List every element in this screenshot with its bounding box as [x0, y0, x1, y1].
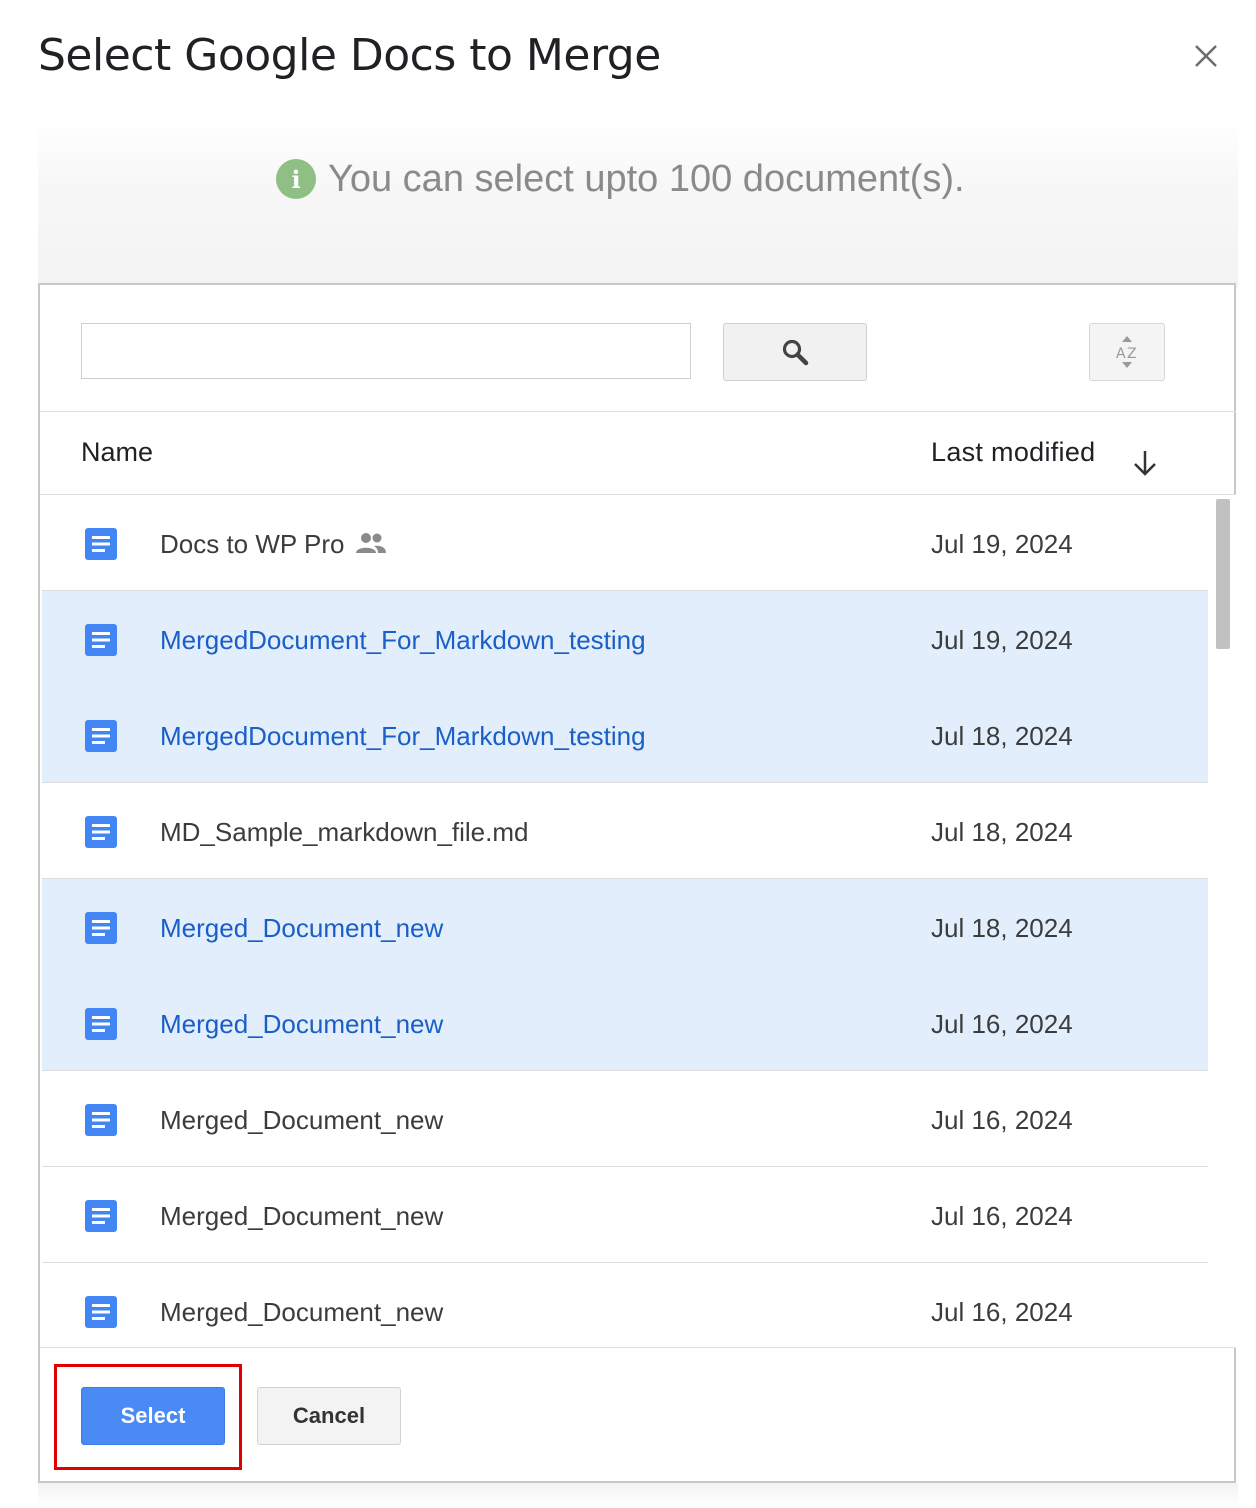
file-modified-date: Jul 16, 2024 — [931, 1105, 1073, 1135]
file-row[interactable]: Merged_Document_new Jul 18, 2024 — [42, 879, 1208, 975]
file-name: Docs to WP Pro — [160, 529, 345, 559]
search-input[interactable] — [81, 323, 691, 379]
dialog-shadow — [38, 1483, 1238, 1508]
file-name: Merged_Document_new — [160, 1009, 444, 1039]
column-name-header[interactable]: Name — [81, 437, 153, 468]
info-banner — [38, 118, 1238, 288]
footer-divider — [40, 1347, 1236, 1348]
file-row[interactable]: Docs to WP Pro Jul 19, 2024 — [42, 495, 1208, 591]
list-header: Name Last modified — [40, 411, 1236, 495]
doc-picker: A Z Name Last modified Docs to WP Pro Jul… — [38, 283, 1236, 1483]
file-name: Merged_Document_new — [160, 1201, 444, 1231]
sort-az-icon: A Z — [1116, 336, 1137, 368]
close-icon[interactable] — [1188, 38, 1224, 74]
svg-text:Z: Z — [1127, 346, 1137, 362]
sort-button[interactable]: A Z — [1089, 323, 1165, 381]
google-doc-icon — [85, 1008, 117, 1040]
sort-down-arrow-icon[interactable] — [1130, 448, 1160, 478]
file-row[interactable]: Merged_Document_new Jul 16, 2024 — [42, 975, 1208, 1071]
file-modified-date: Jul 18, 2024 — [931, 817, 1073, 847]
file-modified-date: Jul 18, 2024 — [931, 721, 1073, 751]
dialog-title: Select Google Docs to Merge — [38, 30, 661, 81]
google-doc-icon — [85, 816, 117, 848]
file-name: Merged_Document_new — [160, 1105, 444, 1135]
file-row[interactable]: Merged_Document_new Jul 16, 2024 — [42, 1071, 1208, 1167]
google-doc-icon — [85, 624, 117, 656]
file-name: Merged_Document_new — [160, 1297, 444, 1327]
file-modified-date: Jul 19, 2024 — [931, 625, 1073, 655]
scrollbar-thumb[interactable] — [1216, 499, 1230, 649]
google-doc-icon — [85, 912, 117, 944]
info-icon: i — [276, 159, 316, 199]
file-name: MergedDocument_For_Markdown_testing — [160, 721, 646, 751]
file-row[interactable]: MergedDocument_For_Markdown_testing Jul 1… — [42, 591, 1208, 687]
search-button[interactable] — [723, 323, 867, 381]
file-modified-date: Jul 19, 2024 — [931, 529, 1073, 559]
file-row[interactable]: Merged_Document_new Jul 16, 2024 — [42, 1263, 1208, 1347]
file-row[interactable]: MD_Sample_markdown_file.md Jul 18, 2024 — [42, 783, 1208, 879]
file-modified-date: Jul 16, 2024 — [931, 1009, 1073, 1039]
google-doc-icon — [85, 720, 117, 752]
google-doc-icon — [85, 1296, 117, 1328]
search-icon — [782, 339, 809, 366]
file-name: Merged_Document_new — [160, 913, 444, 943]
select-button[interactable]: Select — [81, 1387, 225, 1445]
svg-text:A: A — [1116, 346, 1126, 362]
file-row[interactable]: Merged_Document_new Jul 16, 2024 — [42, 1167, 1208, 1263]
google-doc-icon — [85, 528, 117, 560]
google-doc-icon — [85, 1104, 117, 1136]
cancel-button[interactable]: Cancel — [257, 1387, 401, 1445]
file-row[interactable]: MergedDocument_For_Markdown_testing Jul 1… — [42, 687, 1208, 783]
file-name: MergedDocument_For_Markdown_testing — [160, 625, 646, 655]
file-name: MD_Sample_markdown_file.md — [160, 817, 529, 847]
column-last-modified-header[interactable]: Last modified — [931, 437, 1096, 468]
shared-people-icon — [356, 533, 386, 553]
file-modified-date: Jul 16, 2024 — [931, 1201, 1073, 1231]
scrollbar[interactable] — [1210, 495, 1236, 1347]
info-message: i You can select upto 100 document(s). — [276, 156, 965, 202]
info-text: You can select upto 100 document(s). — [328, 157, 965, 200]
file-modified-date: Jul 18, 2024 — [931, 913, 1073, 943]
google-doc-icon — [85, 1200, 117, 1232]
file-modified-date: Jul 16, 2024 — [931, 1297, 1073, 1327]
file-list[interactable]: Docs to WP Pro Jul 19, 2024 MergedDocument… — [42, 495, 1208, 1347]
